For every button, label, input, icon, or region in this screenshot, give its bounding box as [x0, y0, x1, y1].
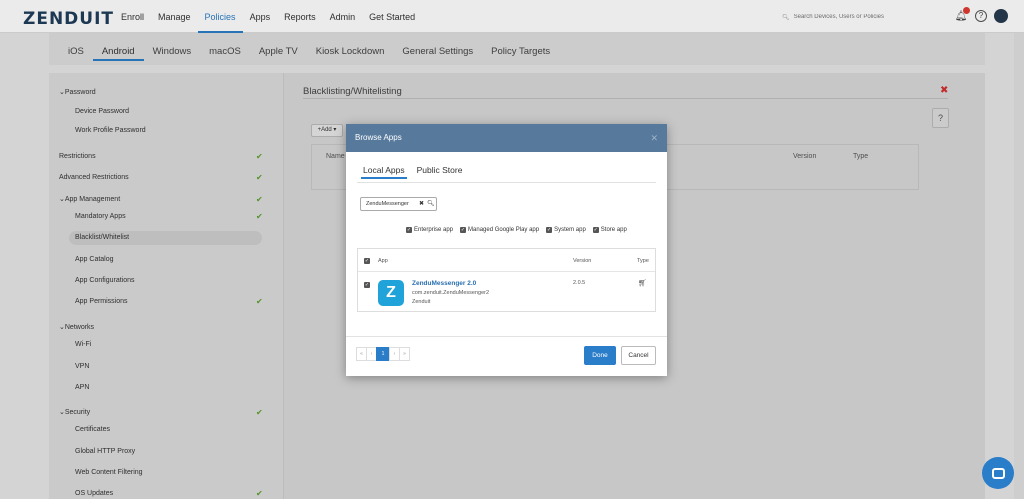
- checkbox-icon[interactable]: ✓: [546, 227, 553, 233]
- pagination: « ‹ 1 › »: [356, 347, 410, 361]
- search-value: ZenduMessenger: [366, 201, 409, 207]
- clear-icon[interactable]: ✖: [419, 198, 424, 210]
- column-header-type: Type: [637, 258, 649, 264]
- checkbox-icon[interactable]: ✓: [592, 227, 599, 233]
- app-search-input[interactable]: ZenduMessenger ✖ 🔍︎: [360, 197, 437, 211]
- divider: [357, 182, 656, 183]
- browse-apps-dialog: Browse Apps ✕ Local Apps Public Store Ze…: [346, 124, 667, 376]
- filter-store-app[interactable]: ✓ Store app: [592, 227, 627, 233]
- dialog-tabs: Local Apps Public Store: [361, 165, 472, 179]
- divider: [358, 271, 655, 272]
- chat-launcher-button[interactable]: [982, 457, 1014, 489]
- filter-system-app[interactable]: ✓ System app: [546, 227, 586, 233]
- app-package: com.zenduit.ZenduMessenger2: [412, 290, 490, 296]
- chat-icon: [991, 467, 1005, 479]
- row-checkbox[interactable]: ✓: [364, 282, 370, 288]
- filter-enterprise-app[interactable]: ✓ Enterprise app: [406, 227, 453, 233]
- tab-public-store[interactable]: Public Store: [415, 165, 465, 179]
- divider: [346, 336, 667, 337]
- tab-local-apps[interactable]: Local Apps: [361, 165, 407, 179]
- app-results-table: ✓ App Version Type ✓ Z ZenduMessenger 2.…: [357, 248, 656, 312]
- checkbox-icon[interactable]: ✓: [460, 227, 467, 233]
- checkbox-icon[interactable]: ✓: [406, 227, 412, 233]
- last-page-button[interactable]: »: [399, 347, 410, 361]
- column-header-app: App: [378, 258, 388, 264]
- app-type-filters: ✓ Enterprise app ✓ Managed Google Play app…: [406, 227, 627, 233]
- app-icon: Z: [378, 280, 404, 306]
- close-icon[interactable]: ✕: [650, 124, 658, 152]
- column-header-version: Version: [573, 258, 592, 264]
- app-vendor: Zenduit: [412, 299, 431, 305]
- page-button[interactable]: 1: [376, 347, 390, 361]
- search-icon[interactable]: 🔍︎: [427, 198, 435, 210]
- cart-icon: 🛒︎: [638, 280, 647, 287]
- filter-managed-google-play-app[interactable]: ✓ Managed Google Play app: [460, 227, 539, 233]
- dialog-header: Browse Apps ✕: [346, 124, 667, 152]
- app-version: 2.0.5: [573, 280, 586, 286]
- select-all-checkbox[interactable]: ✓: [364, 258, 370, 264]
- app-name[interactable]: ZenduMessenger 2.0: [412, 280, 476, 287]
- done-button[interactable]: Done: [584, 346, 616, 365]
- cancel-button[interactable]: Cancel: [621, 346, 656, 365]
- dialog-title: Browse Apps: [355, 133, 402, 142]
